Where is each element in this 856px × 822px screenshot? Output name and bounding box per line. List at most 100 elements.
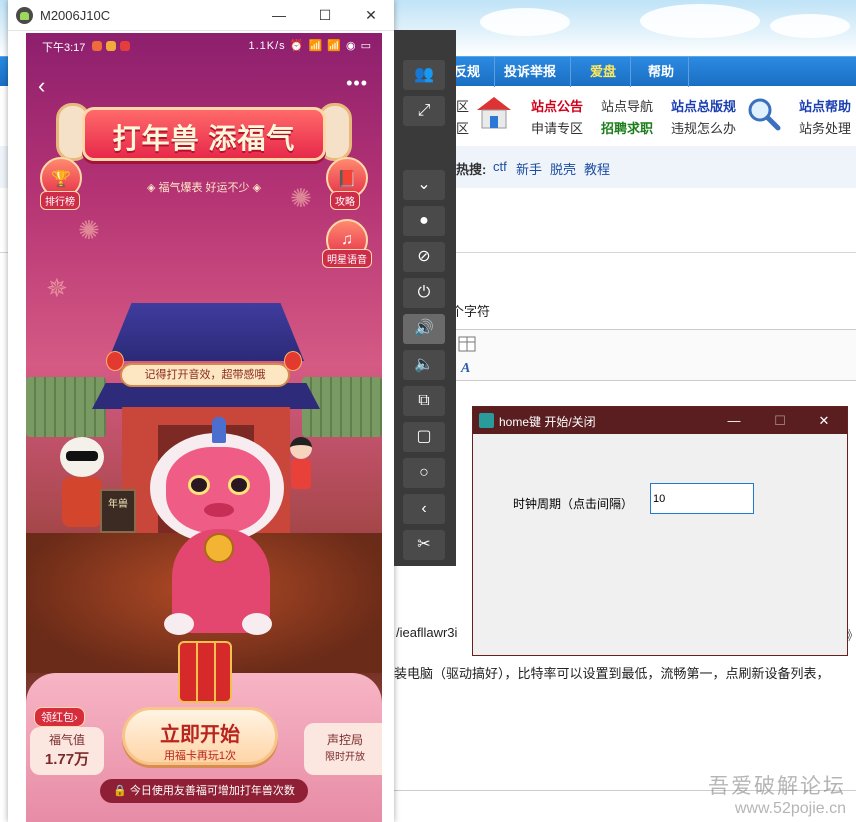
dialog-maximize-button[interactable]: ☐ [757,407,803,434]
nav-item-aipan[interactable]: 爱盘 [576,57,632,87]
volume-up-button[interactable]: 🔊 [403,314,445,344]
soundwave-icon: ♫ [341,231,353,248]
banner-title: 打年兽 添福气 [112,123,296,154]
char-count-text: 个字符 [451,304,491,319]
hot-search-tag[interactable]: ctf [493,159,507,174]
rank-label[interactable]: 排行榜 [40,191,80,210]
volume-up-icon: 🔊 [414,320,434,337]
house-icon [477,97,511,129]
nav-item-report[interactable]: 投诉举报 [490,57,572,87]
red-packet-badge[interactable]: 领红包› [34,707,85,727]
record-icon: ● [419,212,429,229]
table-icon[interactable] [458,336,476,352]
rotate-icon: ⧉ [418,392,430,409]
record-button[interactable]: ● [403,206,445,236]
voice-mode-sublabel: 限时开放 [325,752,365,763]
phone-window-titlebar[interactable]: M2006J10C — ☐ ✕ [8,0,394,31]
dialog-titlebar[interactable]: home键 开始/关闭 — ☐ ✕ [473,407,847,434]
collapse-button[interactable]: ⌄ [403,170,445,200]
notification-icon [120,41,130,51]
cloud-decoration [770,14,850,38]
quick-link-violation[interactable]: 违规怎么办 [671,118,736,137]
guide-label[interactable]: 攻略 [330,191,360,210]
quick-link-jobs[interactable]: 招聘求职 [601,118,653,137]
watermark-name: 吾爱破解论坛 [708,775,846,798]
power-button[interactable]: ⏻ [403,278,445,308]
collapse-icon: ⌄ [417,176,431,193]
quick-link-navigation[interactable]: 站点导航 [601,96,653,115]
sign-board: 年兽 [100,489,136,533]
magnifier-icon [748,98,781,131]
android-icon [16,7,33,24]
fullscreen-icon: ⤢ [417,102,431,119]
firework-decoration: ✺ [290,183,312,213]
phone-window-title: M2006J10C [40,8,111,23]
quick-link-site-affairs[interactable]: 站务处理 [799,118,851,137]
lantern-icon [284,351,302,371]
users-icon: 👥 [414,66,434,83]
lantern-icon [106,351,124,371]
event-banner: 打年兽 添福气 [82,107,326,161]
maximize-button[interactable]: ☐ [302,0,348,31]
firework-decoration: ✵ [46,273,68,303]
start-button[interactable]: 立即开始 用福卡再玩1次 [122,707,278,765]
luck-value: 1.77万 [44,751,90,768]
fullscreen-button[interactable]: ⤢ [403,96,445,126]
more-options-icon[interactable]: ••• [346,73,368,94]
sign-text: 年兽 [108,499,128,510]
home-icon: ○ [419,464,429,481]
quick-link[interactable]: 区 [456,96,469,115]
dialog-title: home键 开始/关闭 [499,415,596,429]
hide-icon: ⊘ [417,248,431,265]
recents-icon: ▢ [416,428,432,445]
home-button[interactable]: ○ [403,458,445,488]
start-label: 立即开始 [160,724,240,746]
firework-decoration: ✺ [78,215,100,245]
cloud-decoration [480,8,570,36]
voice-mode-label: 声控局 [326,733,363,747]
nian-beast-character[interactable] [142,417,292,647]
nav-item-help[interactable]: 帮助 [634,57,690,87]
interval-input[interactable] [650,483,754,514]
temple-roof [108,303,304,361]
svg-text:A: A [460,361,470,374]
dialog-close-button[interactable]: ✕ [801,407,847,434]
cloud-decoration [640,4,760,38]
close-button[interactable]: ✕ [348,0,394,31]
hide-button[interactable]: ⊘ [403,242,445,272]
dialog-minimize-button[interactable]: — [711,407,757,434]
phone-mirror-window: M2006J10C — ☐ ✕ 下午3:17 1.1K/s ⏰ 📶 📶 ◉ ▭ … [8,0,394,822]
notification-icon [92,41,102,51]
quick-link-site-rules[interactable]: 站点总版规 [671,96,736,115]
users-button[interactable]: 👥 [403,60,445,90]
sound-tip-banner: 记得打开音效，超带感哦 [120,363,290,387]
hot-search-tag[interactable]: 教程 [584,159,610,178]
quick-link-announcement[interactable]: 站点公告 [531,96,583,115]
back-chevron-icon[interactable]: ‹ [38,73,45,99]
notification-icon [106,41,116,51]
status-indicators: 1.1K/s ⏰ 📶 📶 ◉ ▭ [248,40,372,52]
rotate-button[interactable]: ⧉ [403,386,445,416]
volume-down-button[interactable]: 🔈 [403,350,445,380]
recents-button[interactable]: ▢ [403,422,445,452]
back-button[interactable]: ‹ [403,494,445,524]
power-icon: ⏻ [417,284,431,301]
phone-screen[interactable]: 下午3:17 1.1K/s ⏰ 📶 📶 ◉ ▭ ‹ ••• 打年兽 添福气 ◈ … [26,33,382,822]
quick-link-site-help[interactable]: 站点帮助 [799,96,851,115]
home-key-dialog: home键 开始/关闭 — ☐ ✕ 时钟周期（点击间隔） [472,406,848,656]
book-icon: 📕 [337,171,357,188]
hot-search-tag[interactable]: 脱壳 [550,159,576,178]
voice-label[interactable]: 明星语音 [322,249,372,268]
hot-search-tag[interactable]: 新手 [516,159,542,178]
url-text[interactable]: /ieafllawr3i [396,625,457,640]
quick-link-apply[interactable]: 申请专区 [531,118,583,137]
voice-mode-card[interactable]: 声控局 限时开放 [304,723,382,775]
luck-value-card: 福气值 1.77万 [30,727,104,775]
quick-link[interactable]: 区 [456,118,469,137]
screenshot-button[interactable]: ✂ [403,530,445,560]
hint-pill[interactable]: 🔒 今日使用友善福可增加打年兽次数 [100,779,308,803]
status-bar: 下午3:17 1.1K/s ⏰ 📶 📶 ◉ ▭ [26,33,382,59]
font-style-icon[interactable]: A [458,358,476,374]
post-body-line: 装电脑（驱动搞好），比特率可以设置到最低，流畅第一，点刷新设备列表， [394,666,830,681]
minimize-button[interactable]: — [256,0,302,31]
